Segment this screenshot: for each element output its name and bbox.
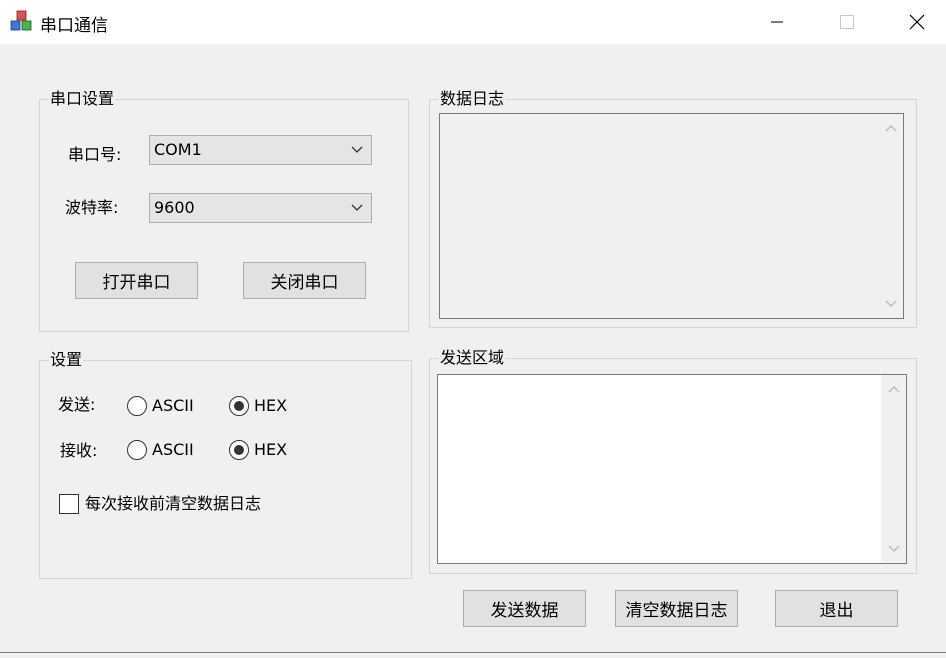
data-log-title: 数据日志 <box>439 89 506 109</box>
send-mode-label: 发送: <box>58 395 96 414</box>
port-label: 串口号: <box>68 145 122 164</box>
send-ascii-label: ASCII <box>152 396 194 415</box>
receive-ascii-radio[interactable] <box>127 440 147 460</box>
receive-hex-label: HEX <box>254 440 288 459</box>
open-port-button[interactable]: 打开串口 <box>75 262 198 299</box>
close-button[interactable] <box>882 0 946 44</box>
receive-ascii-label: ASCII <box>152 440 194 459</box>
maximize-button[interactable] <box>812 0 882 44</box>
chevron-down-icon <box>351 146 363 153</box>
clear-log-checkbox[interactable] <box>59 494 79 514</box>
baud-value: 9600 <box>154 198 195 217</box>
baud-label: 波特率: <box>65 198 119 217</box>
radio-selected-dot <box>234 445 244 455</box>
settings-title: 设置 <box>49 350 84 370</box>
baud-select[interactable]: 9600 <box>149 193 372 223</box>
window-title: 串口通信 <box>40 16 108 36</box>
minimize-icon <box>771 21 783 23</box>
close-icon <box>909 14 925 30</box>
radio-selected-dot <box>234 401 244 411</box>
data-log-scrollbar[interactable] <box>878 114 903 318</box>
scroll-up-icon[interactable] <box>885 124 897 132</box>
clear-log-button[interactable]: 清空数据日志 <box>615 590 738 627</box>
receive-hex-radio[interactable] <box>229 440 249 460</box>
clear-log-label: 每次接收前清空数据日志 <box>85 494 262 513</box>
title-bar: 串口通信 <box>0 0 946 44</box>
scroll-up-icon[interactable] <box>888 385 900 393</box>
send-data-button[interactable]: 发送数据 <box>463 590 586 627</box>
send-hex-label: HEX <box>254 396 288 415</box>
send-area-scrollbar[interactable] <box>881 375 906 563</box>
settings-group: 设置 <box>39 350 412 579</box>
send-area-title: 发送区域 <box>439 348 506 368</box>
app-icon <box>10 10 32 31</box>
maximize-icon <box>840 15 854 29</box>
serial-settings-title: 串口设置 <box>49 89 116 109</box>
port-value: COM1 <box>154 140 202 159</box>
close-port-button[interactable]: 关闭串口 <box>243 262 366 299</box>
port-select[interactable]: COM1 <box>149 135 372 165</box>
scroll-down-icon[interactable] <box>885 300 897 308</box>
send-hex-radio[interactable] <box>229 396 249 416</box>
receive-mode-label: 接收: <box>60 441 98 460</box>
exit-button[interactable]: 退出 <box>775 590 898 627</box>
data-log-textarea[interactable] <box>439 113 904 319</box>
send-ascii-radio[interactable] <box>127 396 147 416</box>
chevron-down-icon <box>351 204 363 211</box>
minimize-button[interactable] <box>742 0 812 44</box>
send-area-textarea[interactable] <box>437 374 907 564</box>
window-bottom-border <box>0 652 946 653</box>
scroll-down-icon[interactable] <box>888 545 900 553</box>
